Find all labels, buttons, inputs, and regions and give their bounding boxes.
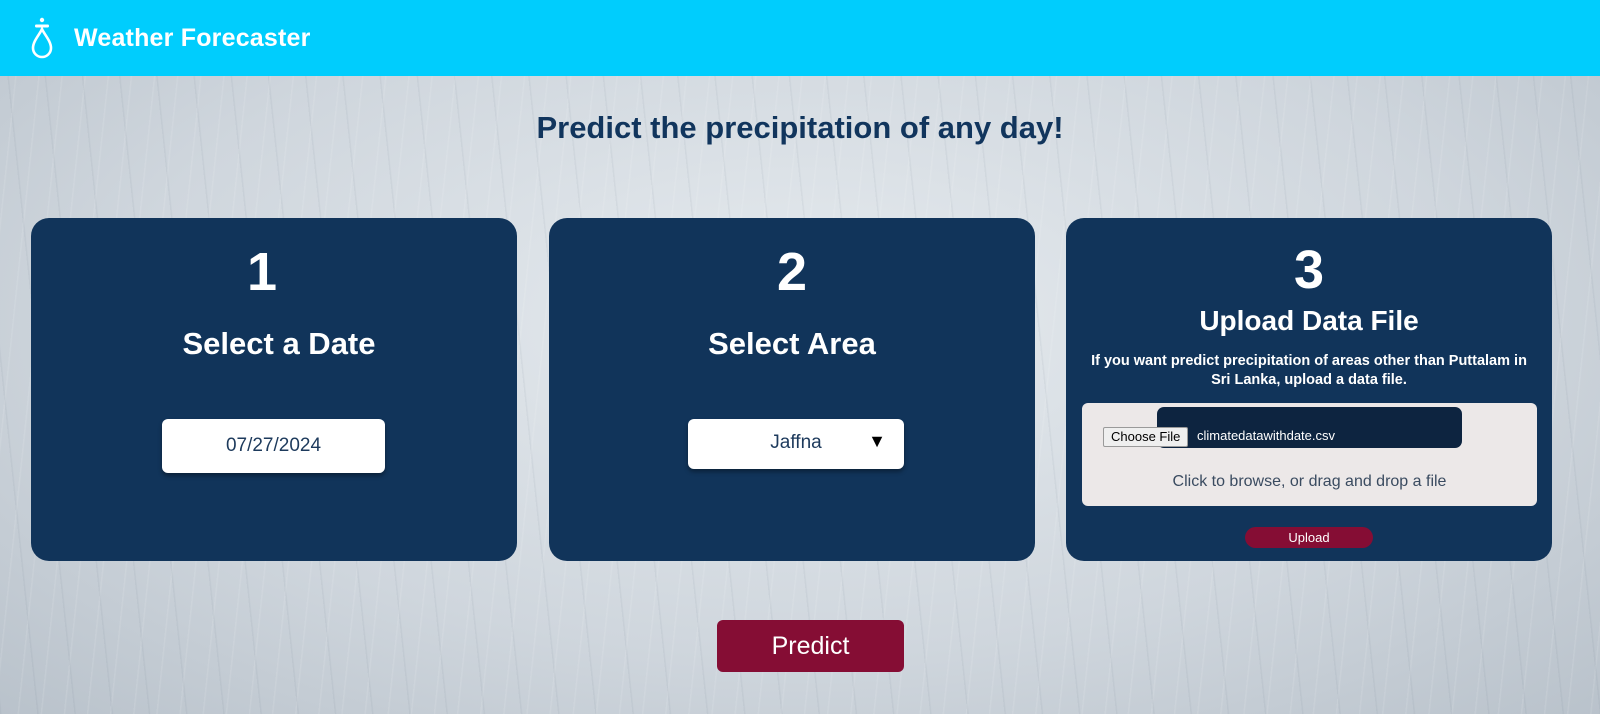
step-title: Select Area <box>708 326 876 361</box>
choose-file-button[interactable]: Choose File <box>1103 427 1189 447</box>
step-card-date: 1 Select a Date 07/27/2024 <box>31 218 517 561</box>
upload-button[interactable]: Upload <box>1245 527 1373 548</box>
area-select[interactable]: Jaffna ▼ <box>688 419 904 469</box>
upload-description: If you want predict precipitation of are… <box>1091 353 1527 388</box>
step-card-area: 2 Select Area Jaffna ▼ <box>549 218 1035 561</box>
selected-file-name: climatedatawithdate.csv <box>1197 428 1336 443</box>
step-card-upload: 3 Upload Data File If you want predict p… <box>1066 218 1552 561</box>
step-number: 3 <box>1293 240 1325 300</box>
file-dropzone[interactable]: Choose File climatedatawithdate.csv Clic… <box>1082 403 1537 506</box>
step-number: 1 <box>246 242 278 302</box>
predict-button[interactable]: Predict <box>717 620 904 672</box>
app-title[interactable]: Weather Forecaster <box>74 24 311 53</box>
step-title: Select a Date <box>182 326 376 361</box>
raindrop-logo-icon[interactable] <box>30 17 54 59</box>
page-headline: Predict the precipitation of any day! <box>536 110 1064 145</box>
step-number: 2 <box>776 242 808 302</box>
triangle-down-icon: ▼ <box>868 431 886 451</box>
date-input[interactable]: 07/27/2024 <box>162 419 385 473</box>
step-title: Upload Data File <box>1199 305 1419 336</box>
top-navbar: Weather Forecaster <box>0 0 1600 76</box>
dropzone-hint: Click to browse, or drag and drop a file <box>1172 473 1447 490</box>
